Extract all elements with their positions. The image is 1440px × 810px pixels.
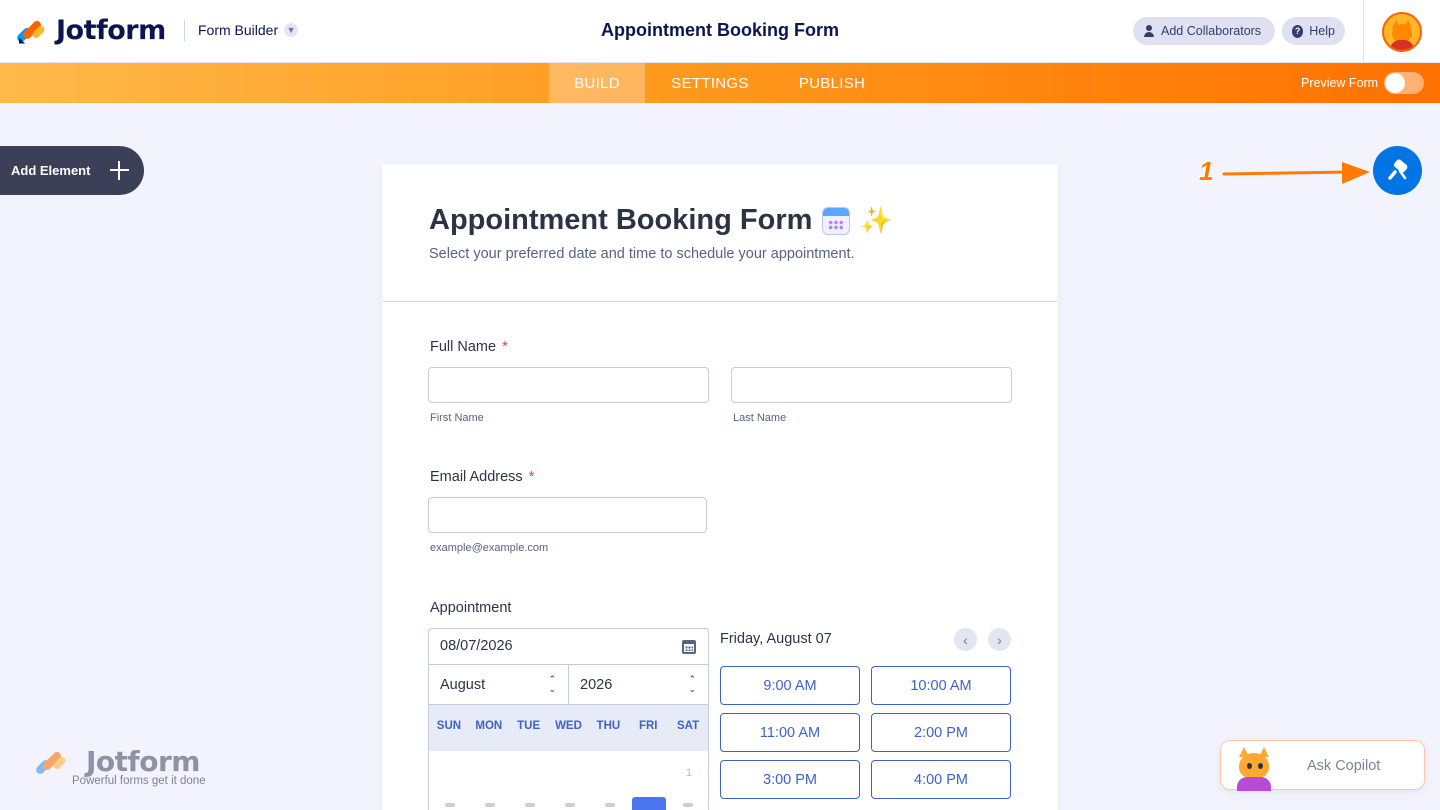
tab-publish[interactable]: PUBLISH (782, 63, 882, 103)
time-slot-button[interactable]: 11:00 AM (720, 713, 860, 752)
calendar-days: 1 (428, 751, 709, 810)
person-icon (1143, 25, 1155, 37)
time-slot-button[interactable]: 4:00 PM (871, 760, 1011, 799)
calendar-day-1[interactable]: 1 (686, 767, 692, 779)
selected-date-heading: Friday, August 07 (720, 631, 832, 647)
full-name-label: Full Name * (430, 339, 508, 355)
watermark-name: Jotform (86, 745, 200, 778)
tab-settings[interactable]: SETTINGS (656, 63, 764, 103)
help-icon: ? (1292, 24, 1304, 38)
weekday-thu: THU (596, 720, 621, 732)
year-select[interactable]: 2026 ⌃ ⌄ (568, 665, 708, 704)
email-sublabel: example@example.com (430, 542, 549, 554)
header-right-divider (1363, 0, 1364, 63)
weekday-mon: MON (475, 720, 503, 732)
appointment-label: Appointment (430, 600, 512, 616)
watermark-tagline: Powerful forms get it done (72, 775, 206, 787)
weekday-sun: SUN (436, 720, 462, 732)
month-select[interactable]: August ⌃ ⌄ (429, 665, 568, 704)
email-label-text: Email Address (430, 469, 523, 485)
time-slot-button[interactable]: 3:00 PM (720, 760, 860, 799)
jotform-logo[interactable]: Jotform (15, 15, 166, 46)
year-value: 2026 (580, 677, 613, 693)
top-bar: Jotform Form Builder ▼ Appointment Booki… (0, 0, 1440, 63)
form-header[interactable]: Appointment Booking Form ✨ Select your p… (382, 164, 1058, 302)
plus-icon (110, 161, 129, 180)
form-designer-button[interactable] (1373, 146, 1422, 195)
form-subheading: Select your preferred date and time to s… (429, 246, 855, 262)
form-heading: Appointment Booking Form ✨ (429, 204, 893, 237)
chevron-left-icon: ‹ (963, 631, 968, 648)
paint-roller-icon (1387, 159, 1407, 180)
last-name-sublabel: Last Name (733, 412, 787, 424)
last-name-input[interactable] (731, 367, 1012, 403)
email-label: Email Address * (430, 469, 534, 485)
first-name-sublabel: First Name (430, 412, 484, 424)
toggle-knob (1385, 73, 1405, 93)
up-down-chevron-icon: ⌃ ⌄ (688, 674, 696, 694)
full-name-label-text: Full Name (430, 339, 497, 355)
preview-form-toggle[interactable] (1384, 72, 1424, 94)
time-slot-button[interactable]: 2:00 PM (871, 713, 1011, 752)
first-name-input[interactable] (428, 367, 709, 403)
form-card: Appointment Booking Form ✨ Select your p… (382, 164, 1058, 810)
date-value: 08/07/2026 (440, 638, 513, 654)
weekday-tue: TUE (517, 720, 541, 732)
avatar[interactable] (1382, 12, 1422, 52)
header-divider (184, 20, 185, 42)
copilot-mascot-icon (1231, 745, 1275, 791)
previous-day-button[interactable]: ‹ (954, 628, 977, 651)
up-down-chevron-icon: ⌃ ⌄ (548, 674, 556, 694)
ask-copilot-button[interactable]: Ask Copilot (1220, 740, 1425, 791)
weekday-wed: WED (555, 720, 582, 732)
month-value: August (440, 677, 486, 693)
weekday-fri: FRI (638, 720, 658, 732)
help-label: Help (1309, 24, 1335, 38)
required-asterisk: * (502, 339, 508, 355)
next-day-button[interactable]: › (988, 628, 1011, 651)
builder-nav-bar: BUILD SETTINGS PUBLISH Preview Form (0, 63, 1440, 103)
ask-copilot-label: Ask Copilot (1307, 758, 1381, 774)
jotform-watermark-icon (34, 747, 70, 779)
month-year-selectors: August ⌃ ⌄ 2026 ⌃ ⌄ (428, 665, 709, 705)
calendar-day[interactable] (445, 803, 455, 807)
chevron-right-icon: › (997, 631, 1002, 648)
calendar-day[interactable] (605, 803, 615, 807)
annotation-number: 1 (1199, 156, 1214, 186)
tab-build[interactable]: BUILD (549, 63, 645, 103)
sparkles-emoji-icon: ✨ (860, 205, 893, 236)
appointment-date-input[interactable]: 08/07/2026 (428, 628, 709, 665)
calendar-day[interactable] (683, 803, 693, 807)
chevron-down-icon: ▼ (284, 23, 299, 37)
required-asterisk: * (528, 469, 535, 485)
time-slot-button[interactable]: 9:00 AM (720, 666, 860, 705)
form-builder-menu[interactable]: Form Builder ▼ (198, 22, 299, 38)
add-collaborators-button[interactable]: Add Collaborators (1133, 17, 1275, 45)
weekday-header: SUN MON TUE WED THU FRI SAT (428, 705, 709, 751)
calendar-day[interactable] (525, 803, 535, 807)
add-collaborators-label: Add Collaborators (1161, 24, 1262, 38)
calendar-emoji-icon (822, 206, 851, 235)
form-builder-label: Form Builder (198, 22, 279, 38)
calendar-icon[interactable] (682, 640, 696, 654)
email-field[interactable] (428, 497, 707, 533)
add-element-label: Add Element (11, 163, 91, 178)
weekday-sat: SAT (677, 720, 700, 732)
help-button[interactable]: ? Help (1282, 17, 1345, 45)
calendar-day[interactable] (565, 803, 575, 807)
preview-form-label: Preview Form (1301, 76, 1379, 90)
annotation-arrow-icon (1222, 162, 1370, 184)
jotform-logo-icon (15, 17, 46, 45)
selected-calendar-day[interactable] (632, 797, 666, 810)
add-element-button[interactable]: Add Element (0, 146, 144, 195)
calendar-day[interactable] (485, 803, 495, 807)
form-heading-text: Appointment Booking Form (429, 204, 813, 236)
logo-text: Jotform (56, 15, 166, 46)
time-slot-button[interactable]: 10:00 AM (871, 666, 1011, 705)
